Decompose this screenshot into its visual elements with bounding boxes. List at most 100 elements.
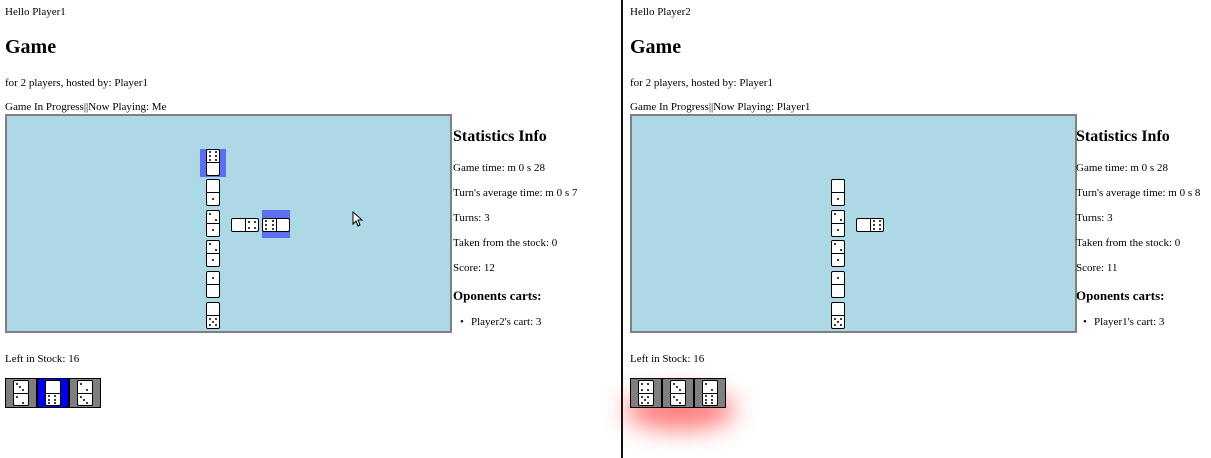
pip <box>711 402 713 405</box>
pip <box>86 389 88 391</box>
hand-domino-slot[interactable] <box>69 378 101 408</box>
pip <box>837 259 839 261</box>
tile-half <box>207 241 219 253</box>
tile-half <box>207 253 219 266</box>
tile-half <box>832 241 844 253</box>
player-hand <box>630 378 726 408</box>
pip <box>679 401 681 404</box>
pip <box>209 151 211 154</box>
pip <box>215 155 217 157</box>
game-board[interactable] <box>630 114 1077 333</box>
tile-half <box>275 219 290 231</box>
opponents-heading: Oponents carts: <box>1076 288 1165 303</box>
tile-half <box>832 303 844 315</box>
tile-half <box>207 272 219 284</box>
tile-half <box>14 392 28 406</box>
pip <box>644 398 646 401</box>
domino-tile <box>262 218 290 232</box>
pip <box>711 394 713 397</box>
tile-half <box>857 219 870 231</box>
tile-half <box>703 381 717 393</box>
pip <box>641 401 643 404</box>
pip <box>834 213 836 215</box>
pip <box>872 227 875 230</box>
domino-tile <box>831 240 845 267</box>
player2-pane: Hello Player2 Game for 2 players, hosted… <box>625 0 1211 458</box>
opponent-cart-item: Player2's cart: 3 <box>460 316 541 328</box>
statistics-panel: Statistics Info Game time: m 0 s 28 Turn… <box>1076 128 1211 328</box>
pip <box>837 321 839 323</box>
hand-domino-slot[interactable] <box>694 378 726 408</box>
domino-tile <box>231 218 259 232</box>
tile-half <box>639 381 653 393</box>
tile-half <box>207 303 219 315</box>
taken-from-stock: Taken from the stock: 0 <box>453 237 558 249</box>
pip <box>705 402 707 405</box>
pip <box>247 227 250 229</box>
game-status: Game In Progress||Now Playing: Player1 <box>630 101 811 113</box>
domino-tile <box>206 302 220 329</box>
pip <box>265 227 268 230</box>
pip <box>209 324 211 326</box>
hand-domino-tile[interactable] <box>670 380 686 406</box>
pip <box>647 383 649 385</box>
domino-tile <box>206 271 220 298</box>
pip <box>705 394 707 397</box>
pip <box>247 221 250 223</box>
hand-domino-tile[interactable] <box>702 380 718 406</box>
pip <box>641 383 643 385</box>
pip <box>48 402 50 405</box>
pip <box>16 395 18 398</box>
game-board[interactable] <box>5 114 452 333</box>
turns-count: Turns: 3 <box>453 212 490 224</box>
hand-domino-slot[interactable] <box>630 378 662 408</box>
pip <box>254 221 257 223</box>
tile-half <box>832 315 844 328</box>
mouse-pointer-icon <box>352 211 364 227</box>
pip <box>212 259 214 261</box>
tile-half <box>207 180 219 192</box>
pip <box>209 318 211 320</box>
domino-tile <box>831 210 845 237</box>
hand-domino-tile[interactable] <box>13 380 29 406</box>
pip <box>209 158 211 161</box>
pip <box>215 151 217 154</box>
pip <box>679 389 681 391</box>
pip <box>54 398 56 401</box>
pip <box>215 158 217 161</box>
pip <box>641 389 643 391</box>
pip <box>215 318 217 320</box>
pip <box>254 227 257 229</box>
hand-domino-slot[interactable] <box>662 378 694 408</box>
pip <box>209 213 211 215</box>
score: Score: 12 <box>453 262 495 274</box>
pip <box>209 243 211 245</box>
pip <box>837 229 839 231</box>
player-hand <box>5 378 101 408</box>
pip <box>840 219 842 221</box>
hand-domino-tile[interactable] <box>45 380 61 406</box>
tile-half <box>869 219 884 231</box>
pip <box>837 198 839 200</box>
turns-count: Turns: 3 <box>1076 212 1113 224</box>
tile-half <box>78 381 92 393</box>
hand-domino-tile[interactable] <box>77 380 93 406</box>
tile-half <box>46 392 60 406</box>
split-divider <box>621 0 623 458</box>
hand-domino-slot[interactable] <box>37 378 69 408</box>
pip <box>834 324 836 326</box>
game-time: Game time: m 0 s 28 <box>1076 162 1168 174</box>
game-time: Game time: m 0 s 28 <box>453 162 545 174</box>
hand-domino-tile[interactable] <box>638 380 654 406</box>
pip <box>16 383 18 385</box>
pip <box>212 277 214 279</box>
tile-half <box>263 219 276 231</box>
domino-tile <box>831 302 845 329</box>
domino-tile <box>206 240 220 267</box>
pip <box>271 224 274 226</box>
hosted-info: for 2 players, hosted by: Player1 <box>5 77 148 89</box>
turn-average-time: Turn's average time: m 0 s 7 <box>453 187 578 199</box>
hand-domino-slot[interactable] <box>5 378 37 408</box>
pip <box>647 401 649 404</box>
tile-half <box>244 219 259 231</box>
